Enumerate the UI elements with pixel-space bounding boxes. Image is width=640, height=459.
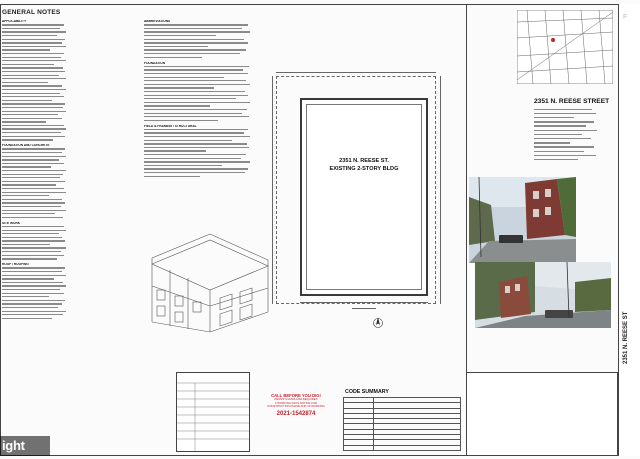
location-map [517, 10, 613, 84]
title-block-strip: F 2351 N. REESE ST [618, 4, 640, 456]
north-arrow-icon [373, 317, 383, 328]
dimension-line-bottom [300, 302, 428, 303]
notes-column-2: ABBREVIATIONS FOUNDATION FIELD & FRAMING… [144, 18, 254, 179]
code-summary-title: CODE SUMMARY [345, 389, 389, 395]
notes-column-1b [68, 18, 138, 22]
code-summary-table [343, 396, 461, 451]
dimension-line-top [276, 72, 436, 73]
building-inner-wall [306, 104, 422, 290]
project-address-title: 2351 N. REESE STREET [534, 98, 610, 105]
general-notes-title: GENERAL NOTES [2, 9, 61, 16]
listing-watermark: ight [0, 436, 50, 456]
notes-column-1: APPLICABILITY FOUNDATION AND CONCRETE SI… [2, 18, 68, 321]
project-info-block [534, 108, 600, 163]
isometric-building-drawing [151, 233, 269, 333]
title-block-address: 2351 N. REESE ST [623, 311, 629, 364]
drawing-sheet: GENERAL NOTES APPLICABILITY FOUNDATION A… [0, 0, 640, 459]
existing-building-footprint: 2351 N. REESE ST. EXISTING 2-STORY BLDG [300, 98, 428, 296]
firm-logo: F [623, 14, 628, 21]
drawing-index-grid [177, 382, 249, 451]
approval-box [466, 372, 618, 456]
call-before-you-dig-notice: CALL BEFORE YOU DIG! PENNSYLVANIA LAW RE… [258, 393, 334, 417]
dimension-line-right [440, 76, 441, 304]
street-photo-2 [475, 262, 611, 328]
pa-one-call-serial: 2021-1542874 [276, 410, 316, 417]
drawing-index-table [176, 372, 250, 452]
sidewalk-line [352, 308, 376, 309]
building-label: 2351 N. REESE ST. EXISTING 2-STORY BLDG [329, 158, 399, 172]
street-photo-1 [469, 177, 576, 263]
